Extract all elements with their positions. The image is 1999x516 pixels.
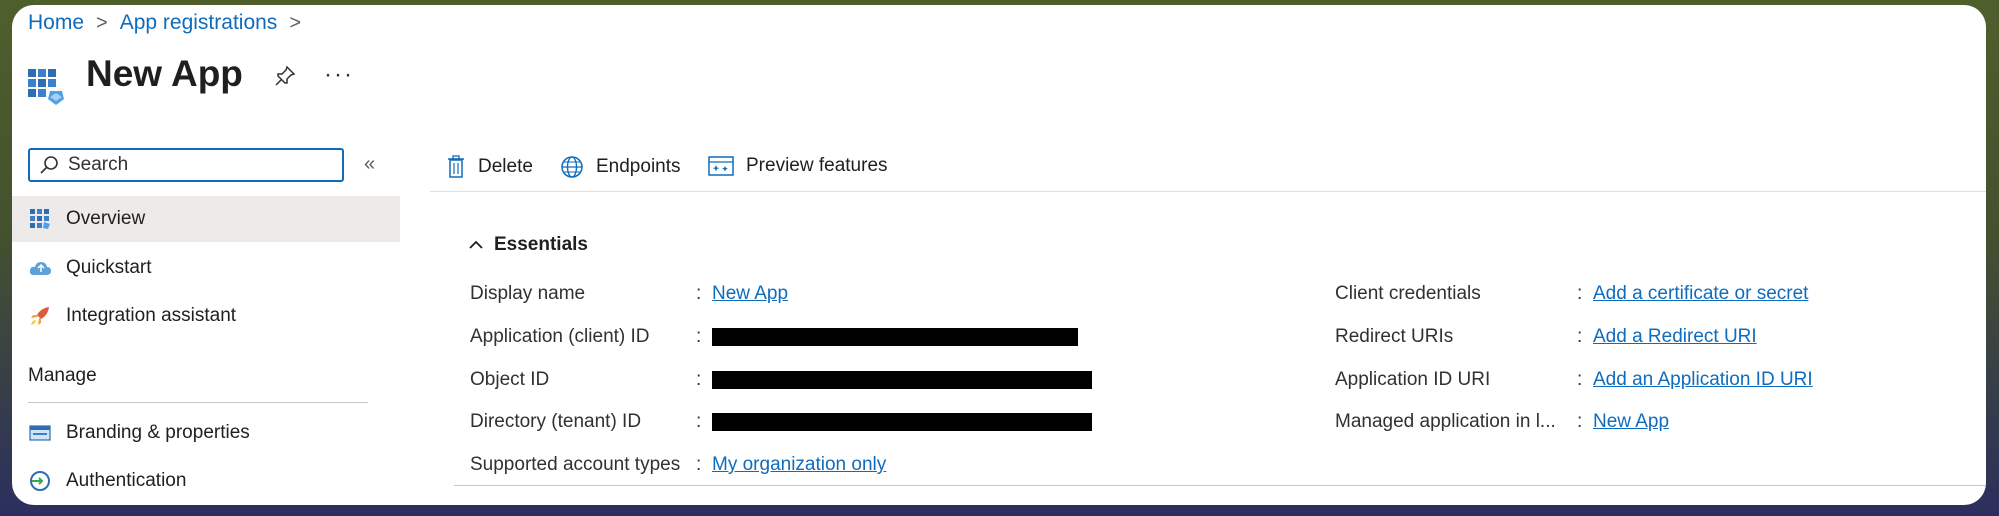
prop-colon: : <box>1577 283 1583 304</box>
prop-colon: : <box>696 454 702 475</box>
chevron-up-icon <box>469 240 483 249</box>
sidebar-item-label: Integration assistant <box>66 305 237 326</box>
breadcrumb-app-registrations[interactable]: App registrations <box>120 11 278 35</box>
add-redirect-uri-link[interactable]: Add a Redirect URI <box>1593 326 1757 348</box>
branding-icon <box>28 421 52 445</box>
delete-label: Delete <box>478 156 533 177</box>
prop-colon: : <box>696 283 702 304</box>
prop-label-client-id: Application (client) ID <box>470 326 650 347</box>
prop-label-account-types: Supported account types <box>470 454 681 475</box>
endpoints-button[interactable]: Endpoints <box>560 155 681 179</box>
authentication-icon <box>28 469 52 493</box>
portal-window: Home > App registrations > New App ··· S… <box>12 5 1986 505</box>
prop-colon: : <box>696 369 702 390</box>
breadcrumb: Home > App registrations > <box>28 11 313 35</box>
cloud-icon <box>28 256 52 280</box>
prop-colon: : <box>1577 326 1583 347</box>
prop-colon: : <box>696 326 702 347</box>
prop-colon: : <box>696 411 702 432</box>
delete-button[interactable]: Delete <box>446 155 533 179</box>
search-icon <box>40 156 58 174</box>
sidebar-item-integration-assistant[interactable]: Integration assistant <box>12 293 400 339</box>
search-placeholder: Search <box>68 154 129 175</box>
overview-grid-icon <box>28 207 52 231</box>
sidebar-item-label: Quickstart <box>66 257 152 278</box>
section-header-manage: Manage <box>28 365 97 386</box>
prop-label-application-id-uri: Application ID URI <box>1335 369 1491 390</box>
prop-label-display-name: Display name <box>470 283 586 304</box>
redacted-tenant-id <box>712 413 1092 431</box>
essentials-heading: Essentials <box>494 234 588 255</box>
globe-icon <box>561 156 583 178</box>
pin-icon[interactable] <box>274 65 296 87</box>
preview-features-label: Preview features <box>746 155 888 176</box>
prop-label-client-credentials: Client credentials <box>1335 283 1481 304</box>
prop-label-tenant-id: Directory (tenant) ID <box>470 411 642 432</box>
page-title: New App <box>86 53 243 94</box>
prop-label-object-id: Object ID <box>470 369 550 390</box>
redacted-client-id <box>712 328 1078 346</box>
managed-application-link[interactable]: New App <box>1593 411 1669 433</box>
section-divider <box>28 402 368 403</box>
rocket-icon <box>28 304 52 328</box>
preview-features-button[interactable]: Preview features <box>708 155 888 177</box>
preview-features-icon <box>708 156 734 176</box>
sidebar-item-quickstart[interactable]: Quickstart <box>12 245 400 291</box>
redacted-object-id <box>712 371 1092 389</box>
sidebar-item-label: Branding & properties <box>66 422 250 443</box>
display-name-link[interactable]: New App <box>712 283 788 305</box>
essentials-toggle[interactable]: Essentials <box>468 234 588 256</box>
breadcrumb-separator: > <box>289 11 301 34</box>
essentials-divider <box>454 485 1986 486</box>
sidebar-item-authentication[interactable]: Authentication <box>12 458 400 504</box>
breadcrumb-separator: > <box>96 11 108 34</box>
prop-label-managed-application: Managed application in l... <box>1335 411 1556 432</box>
prop-colon: : <box>1577 411 1583 432</box>
prop-colon: : <box>1577 369 1583 390</box>
add-application-id-uri-link[interactable]: Add an Application ID URI <box>1593 369 1813 391</box>
collapse-sidebar-icon[interactable]: « <box>364 153 375 176</box>
endpoints-label: Endpoints <box>596 156 681 177</box>
sidebar-item-label: Overview <box>66 208 146 229</box>
sidebar-item-label: Authentication <box>66 470 187 491</box>
prop-label-redirect-uris: Redirect URIs <box>1335 326 1454 347</box>
toolbar-divider <box>430 191 1986 192</box>
sidebar-item-overview[interactable]: Overview <box>12 196 400 242</box>
app-registration-icon <box>28 69 64 105</box>
add-certificate-link[interactable]: Add a certificate or secret <box>1593 283 1808 305</box>
sidebar-item-branding[interactable]: Branding & properties <box>12 410 400 456</box>
trash-icon <box>448 155 464 178</box>
sidebar-search-input[interactable]: Search <box>28 148 344 182</box>
more-options-button[interactable]: ··· <box>324 61 354 89</box>
account-types-link[interactable]: My organization only <box>712 454 886 476</box>
breadcrumb-home[interactable]: Home <box>28 11 84 35</box>
